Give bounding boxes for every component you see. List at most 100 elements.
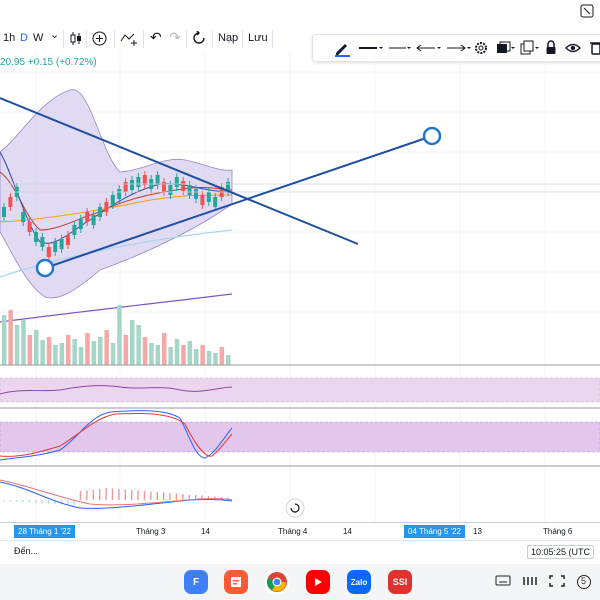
notes-icon bbox=[231, 577, 241, 587]
time-axis-label: 14 bbox=[201, 527, 210, 536]
toolbar-divider bbox=[212, 30, 213, 48]
macd-histogram-bar bbox=[188, 494, 190, 500]
chart-area[interactable] bbox=[0, 52, 600, 522]
candle-body bbox=[206, 192, 211, 202]
interval-dropdown-icon[interactable]: ⌄ bbox=[50, 28, 59, 42]
page-indicator-label: 5 bbox=[581, 576, 587, 586]
volume-bar bbox=[85, 333, 90, 365]
dock-app-youtube[interactable] bbox=[306, 570, 330, 594]
replay-button[interactable] bbox=[285, 498, 305, 518]
dock-app-notes[interactable] bbox=[224, 570, 248, 594]
candle-body bbox=[136, 177, 141, 187]
volume-bar bbox=[34, 330, 39, 365]
undo-icon[interactable]: ↶ bbox=[150, 30, 162, 44]
volume-bar bbox=[72, 339, 77, 365]
candle-body bbox=[66, 235, 70, 245]
time-axis-label: 28 Tháng 1 '22 bbox=[14, 525, 75, 538]
dock-app-zalo[interactable]: Zalo bbox=[347, 570, 371, 594]
macd-histogram-bar bbox=[15, 500, 18, 502]
volume-bar bbox=[219, 347, 225, 365]
volume-bar bbox=[123, 335, 129, 365]
stochastic-band bbox=[0, 421, 600, 453]
candle-body bbox=[78, 219, 83, 229]
macd-histogram-bar bbox=[118, 489, 120, 500]
candle-body bbox=[40, 237, 45, 247]
go-to-date-button[interactable]: Đến... bbox=[14, 546, 38, 556]
interval-1h[interactable]: 1h bbox=[3, 31, 15, 45]
macd-histogram-bar bbox=[79, 490, 82, 500]
time-axis-label: Tháng 3 bbox=[136, 527, 166, 536]
load-button[interactable]: Nạp bbox=[218, 31, 238, 45]
trendline-anchor-handle bbox=[35, 258, 55, 278]
candle-body bbox=[130, 180, 134, 190]
volume-bar bbox=[117, 305, 122, 365]
interval-w[interactable]: W bbox=[33, 31, 43, 45]
time-axis-label: 14 bbox=[343, 527, 352, 536]
candle-body bbox=[168, 185, 173, 195]
save-button[interactable]: Lưu bbox=[248, 31, 268, 45]
macd-histogram-bar bbox=[99, 489, 101, 500]
macd-histogram-bar bbox=[35, 500, 37, 503]
macd-histogram-bar bbox=[28, 500, 30, 503]
candle-body bbox=[123, 182, 128, 192]
candle-body bbox=[91, 215, 96, 225]
time-axis-label: 04 Tháng 5 '22 bbox=[404, 525, 465, 538]
fullscreen-exit-icon[interactable] bbox=[580, 4, 594, 18]
volume-bar bbox=[130, 320, 135, 365]
volume-bar bbox=[53, 345, 58, 365]
candle-body bbox=[194, 189, 198, 199]
dock-app-chrome[interactable] bbox=[265, 570, 289, 594]
keyboard-hide-icon[interactable] bbox=[495, 575, 511, 590]
volume-bar bbox=[59, 343, 65, 365]
volume-bar bbox=[181, 345, 186, 365]
play-icon bbox=[315, 578, 322, 586]
candle-body bbox=[110, 195, 115, 205]
redo-icon[interactable]: ↷ bbox=[169, 30, 181, 44]
macd-histogram-bar bbox=[67, 500, 69, 505]
dock-app-f[interactable]: F bbox=[184, 570, 208, 594]
volume-bar bbox=[91, 341, 97, 365]
macd-histogram-bar bbox=[3, 500, 5, 502]
clock-timezone[interactable]: 10:05:25 (UTC bbox=[526, 545, 594, 559]
candle-body bbox=[98, 207, 102, 217]
time-axis-label: Tháng 4 bbox=[278, 527, 308, 536]
trendline-anchor-handle bbox=[422, 126, 442, 146]
dock-app-ssi[interactable]: SSI bbox=[388, 570, 412, 594]
toolbar-divider bbox=[272, 30, 273, 48]
candle-body bbox=[59, 239, 64, 249]
candle-body bbox=[174, 177, 179, 187]
screen-capture-icon[interactable] bbox=[549, 575, 565, 590]
candle-body bbox=[34, 232, 38, 242]
volume-bar bbox=[2, 315, 7, 365]
volume-bar bbox=[162, 333, 167, 365]
candle-body bbox=[72, 225, 77, 235]
candles-icon[interactable] bbox=[70, 32, 82, 50]
candle-body bbox=[162, 182, 166, 192]
toolbar-divider bbox=[186, 30, 187, 48]
candle-body bbox=[53, 242, 58, 252]
recent-apps-icon[interactable] bbox=[522, 575, 538, 590]
time-axis[interactable]: 28 Tháng 1 '22 Tháng 3 14 Tháng 4 14 04 … bbox=[0, 522, 600, 541]
macd-histogram-bar bbox=[169, 493, 171, 500]
indicators-icon[interactable] bbox=[120, 31, 138, 51]
volume-bar bbox=[8, 310, 13, 365]
candle-body bbox=[181, 181, 186, 191]
reload-icon[interactable] bbox=[192, 30, 206, 50]
rsi-band bbox=[0, 377, 600, 403]
candle-body bbox=[2, 207, 6, 217]
volume-bar bbox=[194, 349, 199, 365]
macd-histogram-bar bbox=[86, 490, 88, 500]
candle-body bbox=[104, 202, 109, 212]
candle-body bbox=[200, 195, 205, 205]
candle-body bbox=[21, 212, 26, 222]
volume-bar bbox=[14, 325, 20, 365]
macd-histogram-bar bbox=[105, 488, 107, 500]
volume-bar bbox=[46, 337, 52, 365]
toolbar-divider bbox=[86, 30, 87, 48]
candle-body bbox=[85, 212, 90, 222]
toolbar-divider bbox=[143, 30, 144, 48]
interval-d[interactable]: D bbox=[20, 31, 28, 45]
add-indicator-icon[interactable] bbox=[92, 31, 107, 51]
volume-bar bbox=[66, 335, 71, 365]
candle-body bbox=[8, 197, 13, 207]
